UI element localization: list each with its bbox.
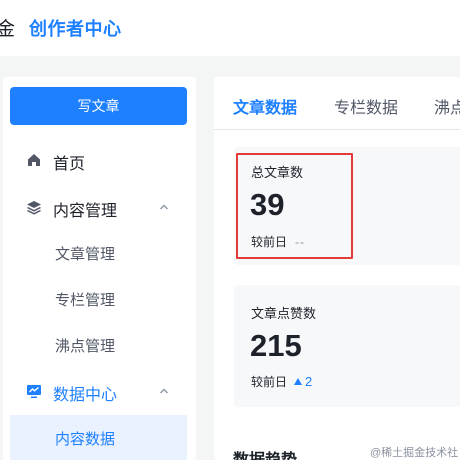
tab-pins-data[interactable]: 沸点 [434,94,460,118]
stat-compare: 较前日 -- [251,233,305,250]
stat-label: 总文章数 [251,165,304,180]
sidebar-item-data-center[interactable]: 数据中心 [3,371,196,411]
main-panel: 文章数据 专栏数据 沸点 总文章数 39 较前日 -- 文章点赞数 215 较前日… [214,77,460,460]
write-article-button[interactable]: 写文章 [10,87,187,125]
sidebar-item-label: 内容管理 [53,203,118,220]
page-title[interactable]: 创作者中心 [29,15,122,41]
sidebar-subitem-article-management[interactable]: 文章管理 [3,233,196,273]
sidebar-item-label: 数据中心 [53,387,118,404]
chevron-up-icon[interactable] [158,201,170,213]
brand-logo[interactable]: 金 [0,14,15,41]
stat-compare: 较前日 2 [251,373,312,390]
sidebar-subitem-content-data[interactable]: 内容数据 [10,415,187,460]
watermark: @稀土掘金技术社区 [370,447,459,459]
sidebar: 写文章 首页 内容管理 文章管理 专栏管理 沸点管理 数据中心 内容数据 [3,77,196,460]
sidebar-item-label: 首页 [53,156,86,173]
arrow-up-icon [294,378,303,385]
compare-label: 较前日 [251,235,288,249]
stat-card-total-articles[interactable]: 总文章数 39 较前日 -- [234,147,460,265]
chart-monitor-icon [27,385,41,398]
sidebar-subitem-label: 文章管理 [55,246,116,263]
layers-icon [27,201,41,215]
compare-value: 2 [305,374,313,389]
compare-label: 较前日 [251,375,288,389]
sidebar-subitem-pins-management[interactable]: 沸点管理 [3,325,196,365]
chevron-up-icon[interactable] [158,385,170,397]
sidebar-subitem-column-management[interactable]: 专栏管理 [3,279,196,319]
sidebar-item-content-management[interactable]: 内容管理 [3,187,196,227]
stat-label: 文章点赞数 [251,306,317,321]
home-icon [28,154,40,166]
sidebar-subitem-label: 专栏管理 [55,292,116,309]
stat-value: 215 [250,328,302,363]
tab-article-data[interactable]: 文章数据 [233,94,297,118]
section-title-data-trend: 数据趋势 [233,446,297,460]
tab-bar: 文章数据 专栏数据 沸点 [214,77,460,130]
sidebar-item-home[interactable]: 首页 [3,140,196,180]
top-bar: 金 创作者中心 [0,0,460,56]
compare-value: -- [295,235,306,249]
stat-card-article-likes[interactable]: 文章点赞数 215 较前日 2 [234,285,460,407]
sidebar-subitem-label: 内容数据 [55,431,116,448]
stat-value: 39 [250,187,285,222]
sidebar-subitem-label: 沸点管理 [55,338,116,355]
tab-column-data[interactable]: 专栏数据 [334,94,398,118]
